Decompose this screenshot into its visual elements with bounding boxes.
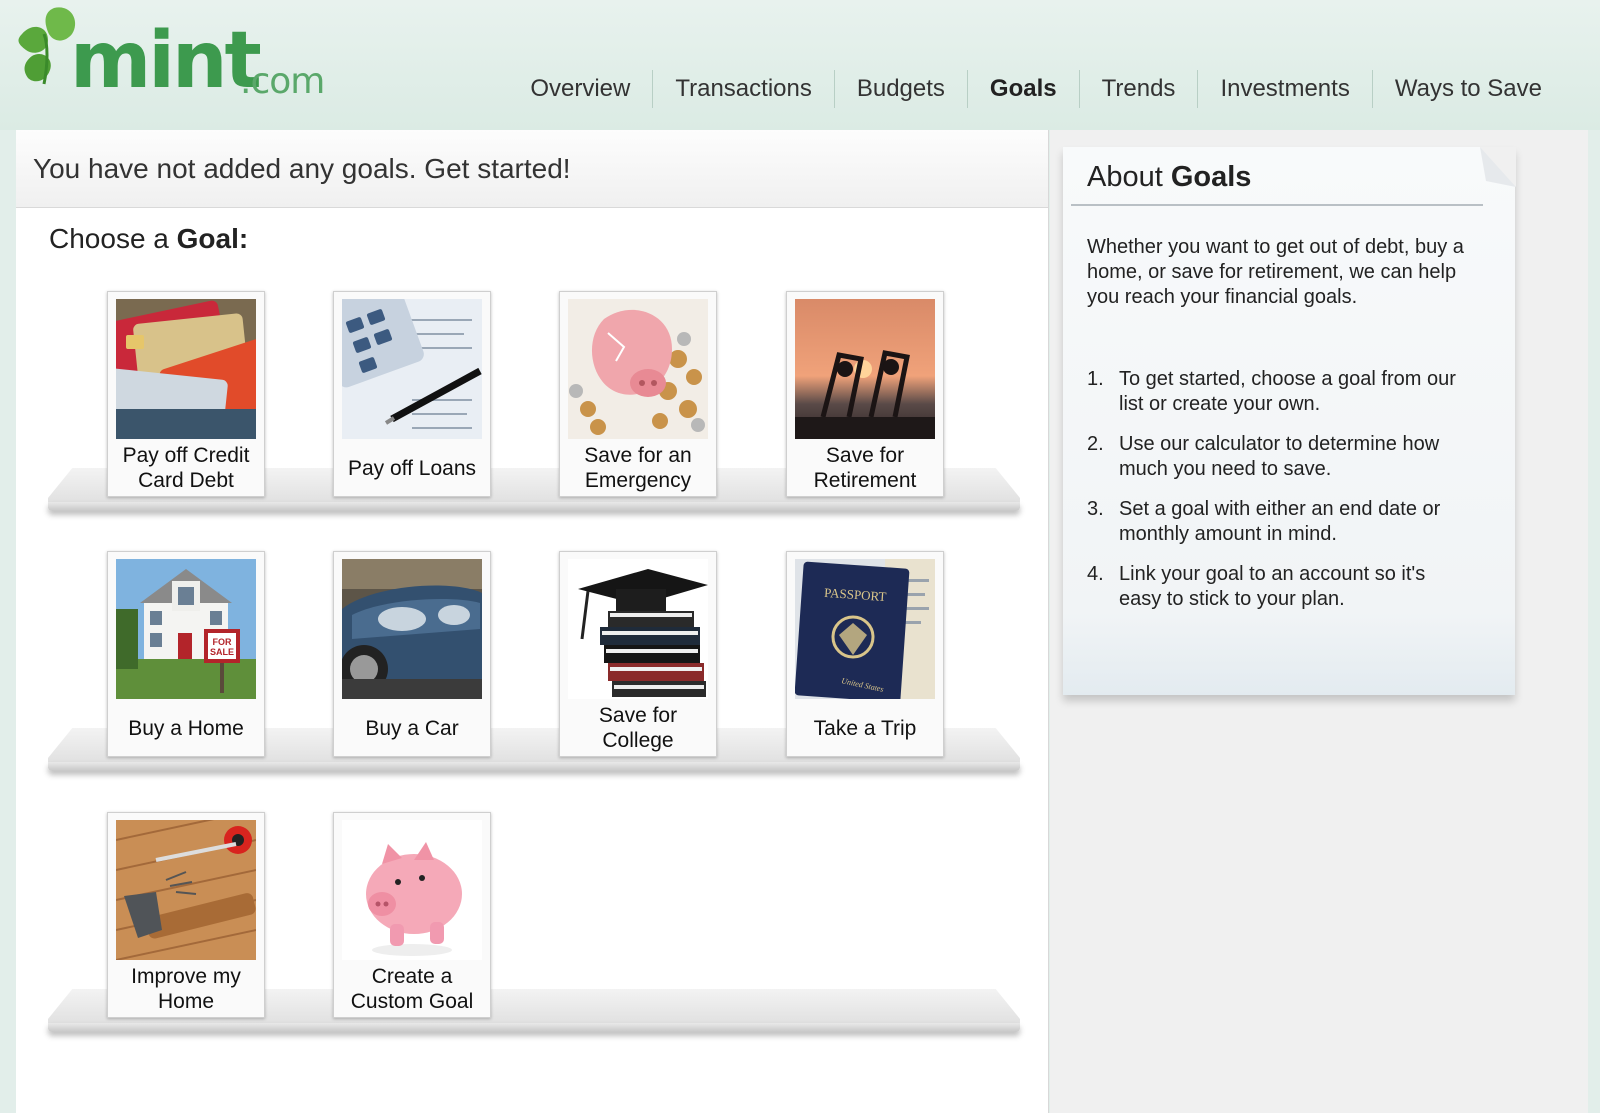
goal-label: Improve my Home xyxy=(131,965,241,1013)
goal-label: Save for an Emergency xyxy=(584,444,692,492)
banner-text: You have not added any goals. Get starte… xyxy=(33,153,571,184)
goal-card-custom[interactable]: Create a Custom Goal xyxy=(333,812,491,1018)
goal-label: Save for Retirement xyxy=(813,444,917,492)
hammer-tools-image xyxy=(116,820,256,960)
step-number: 2. xyxy=(1087,433,1104,455)
house-for-sale-image: FOR SALE xyxy=(116,559,256,699)
credit-cards-image xyxy=(116,299,256,439)
empty-goals-banner: You have not added any goals. Get starte… xyxy=(16,130,1048,208)
goal-label: Take a Trip xyxy=(813,716,917,740)
goal-card-loans[interactable]: Pay off Loans xyxy=(333,291,491,497)
nav-budgets[interactable]: Budgets xyxy=(833,70,967,108)
nav-trends[interactable]: Trends xyxy=(1078,70,1198,108)
step-number: 4. xyxy=(1087,563,1104,585)
goal-label: Save for College xyxy=(598,704,678,752)
goals-main-panel: You have not added any goals. Get starte… xyxy=(16,130,1049,1113)
about-title-prefix: About xyxy=(1087,161,1171,193)
list-item: 3. Set a goal with either an end date or … xyxy=(1087,497,1467,547)
nav-investments[interactable]: Investments xyxy=(1197,70,1371,108)
nav-goals[interactable]: Goals xyxy=(966,70,1079,108)
choose-prefix: Choose a xyxy=(49,223,177,254)
car-image xyxy=(342,559,482,699)
goal-card-emergency[interactable]: Save for an Emergency xyxy=(559,291,717,497)
step-text: Link your goal to an account so it's eas… xyxy=(1119,563,1426,610)
passport-image: PASSPORT United States xyxy=(795,559,935,699)
list-item: 1. To get started, choose a goal from our… xyxy=(1087,367,1467,417)
list-item: 2. Use our calculator to determine how mu… xyxy=(1087,432,1467,482)
step-text: Set a goal with either an end date or mo… xyxy=(1119,498,1441,545)
piggy-bank-image xyxy=(342,820,482,960)
logo-suffix: .com xyxy=(240,61,325,102)
calculator-image xyxy=(342,299,482,439)
goal-card-retirement[interactable]: Save for Retirement xyxy=(786,291,944,497)
goal-card-improve-home[interactable]: Improve my Home xyxy=(107,812,265,1018)
list-item: 4. Link your goal to an account so it's e… xyxy=(1087,562,1467,612)
step-number: 1. xyxy=(1087,368,1104,390)
goal-label: Buy a Car xyxy=(365,716,459,740)
goal-card-trip[interactable]: PASSPORT United States Take a Trip xyxy=(786,551,944,757)
mint-logo[interactable]: mint .com xyxy=(14,4,334,114)
about-title-bold: Goals xyxy=(1170,161,1252,193)
nav-overview[interactable]: Overview xyxy=(508,70,652,108)
goal-card-buy-car[interactable]: Buy a Car xyxy=(333,551,491,757)
divider xyxy=(1071,204,1483,206)
step-text: To get started, choose a goal from our l… xyxy=(1119,368,1456,415)
goal-label: Create a Custom Goal xyxy=(350,965,474,1013)
goal-label: Pay off Loans xyxy=(347,456,477,480)
about-title: About Goals xyxy=(1087,161,1251,194)
beach-sunset-image xyxy=(795,299,935,439)
choose-bold: Goal: xyxy=(176,223,249,254)
nav-ways-to-save[interactable]: Ways to Save xyxy=(1371,70,1564,108)
goal-card-buy-home[interactable]: FOR SALE Buy a Home xyxy=(107,551,265,757)
header: mint .com Overview Transactions Budgets … xyxy=(0,0,1600,130)
nav-transactions[interactable]: Transactions xyxy=(652,70,834,108)
graduation-cap-books-image xyxy=(568,559,708,699)
about-goals-note: About Goals Whether you want to get out … xyxy=(1063,147,1516,695)
about-intro: Whether you want to get out of debt, buy… xyxy=(1087,236,1464,308)
svg-text:SALE: SALE xyxy=(210,647,234,657)
about-sidebar: About Goals Whether you want to get out … xyxy=(1050,130,1588,1113)
goal-card-college[interactable]: Save for College xyxy=(559,551,717,757)
svg-text:FOR: FOR xyxy=(213,637,232,647)
goal-label: Buy a Home xyxy=(128,716,244,740)
goal-label: Pay off Credit Card Debt xyxy=(122,444,250,492)
page-curl-icon xyxy=(1480,147,1516,187)
about-steps: 1. To get started, choose a goal from our… xyxy=(1087,367,1467,627)
goal-card-credit-card-debt[interactable]: Pay off Credit Card Debt xyxy=(107,291,265,497)
choose-goal-heading: Choose a Goal: xyxy=(49,223,248,255)
logo-wordmark: mint xyxy=(70,16,262,106)
main-nav: Overview Transactions Budgets Goals Tren… xyxy=(508,70,1564,108)
broken-piggy-bank-image xyxy=(568,299,708,439)
step-number: 3. xyxy=(1087,498,1104,520)
step-text: Use our calculator to determine how much… xyxy=(1119,433,1440,480)
